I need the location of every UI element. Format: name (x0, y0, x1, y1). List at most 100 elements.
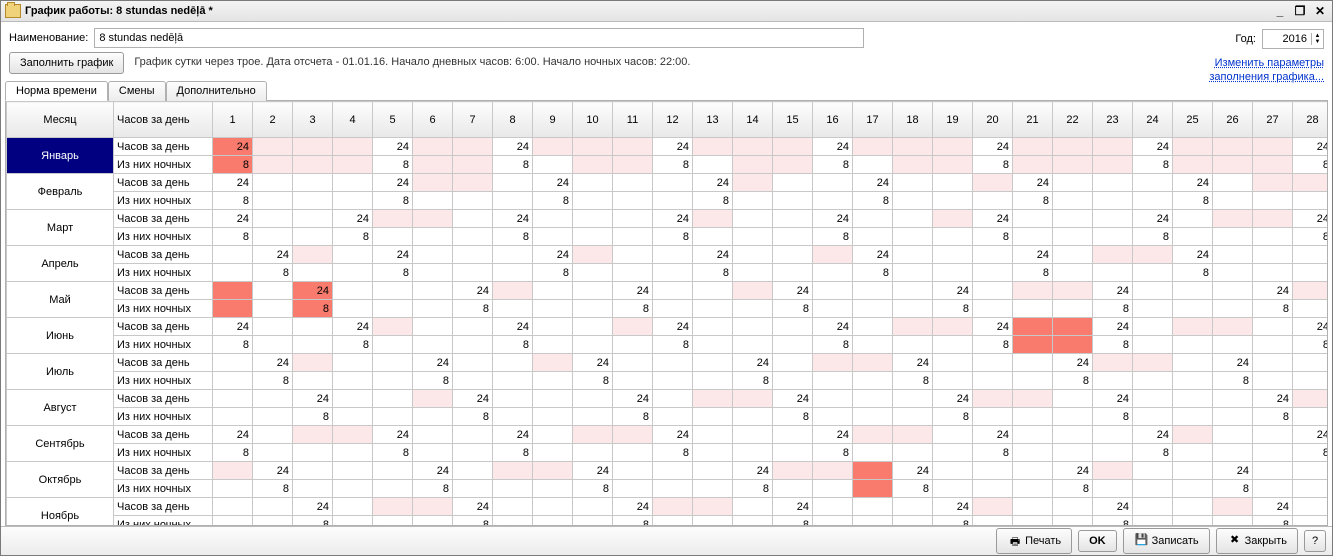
day-cell[interactable]: 8 (493, 156, 533, 174)
day-cell[interactable] (973, 480, 1013, 498)
day-cell[interactable]: 24 (413, 354, 453, 372)
day-cell[interactable] (1093, 174, 1133, 192)
fill-schedule-button[interactable]: Заполнить график (9, 52, 124, 74)
day-cell[interactable]: 8 (813, 156, 853, 174)
day-cell[interactable] (333, 264, 373, 282)
day-cell[interactable] (1093, 372, 1133, 390)
day-cell[interactable] (853, 318, 893, 336)
day-cell[interactable] (293, 318, 333, 336)
day-cell[interactable]: 24 (973, 426, 1013, 444)
day-cell[interactable] (373, 336, 413, 354)
day-cell[interactable] (1213, 210, 1253, 228)
day-cell[interactable] (1173, 300, 1213, 318)
day-cell[interactable] (1053, 210, 1093, 228)
day-cell[interactable]: 24 (453, 390, 493, 408)
day-cell[interactable] (653, 372, 693, 390)
day-cell[interactable] (1293, 480, 1328, 498)
day-cell[interactable] (693, 318, 733, 336)
day-cell[interactable] (1053, 498, 1093, 516)
day-cell[interactable]: 8 (1133, 156, 1173, 174)
day-cell[interactable]: 24 (1093, 498, 1133, 516)
day-cell[interactable] (973, 516, 1013, 526)
day-cell[interactable] (293, 138, 333, 156)
ok-button[interactable]: OK (1078, 530, 1117, 552)
day-cell[interactable] (853, 480, 893, 498)
day-cell[interactable]: 8 (573, 480, 613, 498)
day-cell[interactable] (293, 192, 333, 210)
day-cell[interactable] (813, 174, 853, 192)
day-cell[interactable] (1293, 246, 1328, 264)
day-cell[interactable] (613, 156, 653, 174)
day-cell[interactable] (733, 390, 773, 408)
day-cell[interactable] (653, 246, 693, 264)
day-cell[interactable] (213, 408, 253, 426)
day-cell[interactable] (253, 444, 293, 462)
day-cell[interactable] (813, 462, 853, 480)
day-cell[interactable] (293, 426, 333, 444)
day-cell[interactable]: 24 (933, 390, 973, 408)
day-cell[interactable]: 24 (1093, 390, 1133, 408)
day-cell[interactable] (373, 498, 413, 516)
day-cell[interactable] (933, 480, 973, 498)
day-cell[interactable] (213, 516, 253, 526)
day-cell[interactable] (413, 264, 453, 282)
day-cell[interactable] (373, 228, 413, 246)
day-cell[interactable]: 24 (653, 138, 693, 156)
day-cell[interactable] (813, 390, 853, 408)
day-cell[interactable] (253, 192, 293, 210)
day-cell[interactable] (533, 462, 573, 480)
day-cell[interactable]: 24 (813, 318, 853, 336)
day-cell[interactable] (1053, 408, 1093, 426)
month-cell[interactable]: Январь (7, 138, 114, 174)
day-cell[interactable]: 24 (453, 282, 493, 300)
day-cell[interactable] (493, 246, 533, 264)
day-cell[interactable] (773, 138, 813, 156)
day-cell[interactable] (1293, 390, 1328, 408)
day-cell[interactable] (453, 174, 493, 192)
day-cell[interactable]: 8 (933, 408, 973, 426)
day-cell[interactable] (533, 390, 573, 408)
day-cell[interactable] (1213, 408, 1253, 426)
day-cell[interactable] (733, 228, 773, 246)
day-cell[interactable]: 8 (733, 372, 773, 390)
day-cell[interactable] (1173, 138, 1213, 156)
day-cell[interactable] (613, 444, 653, 462)
day-cell[interactable] (853, 156, 893, 174)
day-cell[interactable]: 24 (373, 174, 413, 192)
day-cell[interactable] (813, 354, 853, 372)
day-cell[interactable] (613, 480, 653, 498)
day-cell[interactable] (773, 192, 813, 210)
day-cell[interactable]: 24 (1013, 246, 1053, 264)
day-cell[interactable] (973, 498, 1013, 516)
day-cell[interactable] (933, 156, 973, 174)
close-footer-button[interactable]: ✖Закрыть (1216, 528, 1298, 554)
month-cell[interactable]: Октябрь (7, 462, 114, 498)
day-cell[interactable] (973, 408, 1013, 426)
day-cell[interactable] (893, 318, 933, 336)
day-cell[interactable]: 8 (613, 300, 653, 318)
day-cell[interactable] (533, 318, 573, 336)
day-cell[interactable] (413, 336, 453, 354)
day-cell[interactable] (693, 372, 733, 390)
day-cell[interactable] (1213, 498, 1253, 516)
day-cell[interactable] (1133, 282, 1173, 300)
day-cell[interactable]: 8 (413, 480, 453, 498)
day-cell[interactable] (893, 444, 933, 462)
day-cell[interactable] (253, 390, 293, 408)
day-cell[interactable] (1093, 228, 1133, 246)
day-cell[interactable] (1093, 156, 1133, 174)
day-cell[interactable] (693, 354, 733, 372)
day-cell[interactable] (333, 372, 373, 390)
day-cell[interactable] (1133, 462, 1173, 480)
day-cell[interactable] (1253, 318, 1293, 336)
day-cell[interactable] (613, 192, 653, 210)
day-cell[interactable] (1253, 228, 1293, 246)
day-cell[interactable] (293, 174, 333, 192)
day-cell[interactable] (653, 354, 693, 372)
day-cell[interactable]: 24 (373, 138, 413, 156)
day-cell[interactable]: 8 (773, 516, 813, 526)
day-cell[interactable] (533, 210, 573, 228)
day-cell[interactable]: 8 (1133, 228, 1173, 246)
day-cell[interactable] (293, 354, 333, 372)
day-cell[interactable] (733, 516, 773, 526)
